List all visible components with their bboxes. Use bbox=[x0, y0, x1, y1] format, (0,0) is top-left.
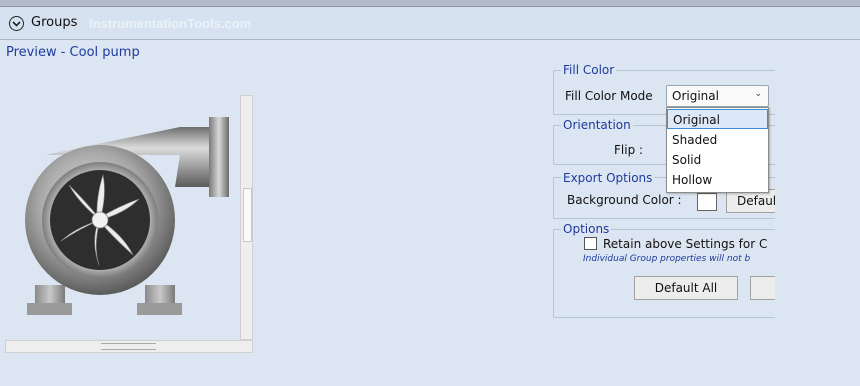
retain-settings-label: Retain above Settings for C bbox=[603, 237, 768, 251]
window-top-strip bbox=[0, 0, 860, 7]
second-options-button[interactable] bbox=[750, 276, 775, 300]
vertical-scroll-thumb[interactable] bbox=[243, 188, 252, 242]
options-note: Individual Group properties will not b bbox=[583, 254, 751, 264]
preview-horizontal-scrollbar[interactable] bbox=[5, 340, 253, 353]
pump-preview-canvas bbox=[5, 95, 245, 340]
preview-title: Preview - Cool pump bbox=[6, 45, 140, 60]
chevron-down-icon: ⌄ bbox=[754, 89, 762, 99]
groups-header: Groups InstrumentationTools.com bbox=[0, 7, 860, 40]
fill-color-mode-value: Original bbox=[672, 89, 719, 103]
background-color-swatch[interactable] bbox=[697, 193, 717, 211]
dropdown-option-original[interactable]: Original bbox=[667, 109, 768, 129]
cool-pump-image bbox=[25, 117, 229, 315]
retain-settings-checkbox[interactable] bbox=[584, 237, 597, 250]
dropdown-option-solid[interactable]: Solid bbox=[667, 150, 768, 170]
chevron-down-icon bbox=[12, 20, 21, 27]
settings-panel: Fill Color Fill Color Mode Orientation F… bbox=[545, 55, 775, 355]
background-color-label: Background Color : bbox=[567, 193, 682, 207]
export-options-legend: Export Options bbox=[561, 171, 655, 185]
dropdown-option-hollow[interactable]: Hollow bbox=[667, 170, 768, 190]
default-all-button[interactable]: Default All bbox=[634, 276, 738, 300]
fill-color-legend: Fill Color bbox=[561, 63, 617, 77]
collapse-toggle-button[interactable] bbox=[9, 16, 24, 31]
fill-color-mode-select[interactable]: Original ⌄ bbox=[666, 85, 769, 107]
fill-color-mode-dropdown: Original Shaded Solid Hollow bbox=[666, 107, 769, 193]
fill-color-mode-label: Fill Color Mode bbox=[565, 89, 653, 103]
flip-label: Flip : bbox=[614, 143, 644, 157]
options-legend: Options bbox=[561, 222, 612, 236]
orientation-legend: Orientation bbox=[561, 118, 633, 132]
horizontal-scroll-thumb[interactable] bbox=[101, 343, 156, 350]
preview-vertical-scrollbar[interactable] bbox=[240, 95, 253, 340]
watermark-text: InstrumentationTools.com bbox=[89, 16, 252, 31]
groups-title: Groups bbox=[31, 15, 78, 30]
dropdown-option-shaded[interactable]: Shaded bbox=[667, 130, 768, 150]
